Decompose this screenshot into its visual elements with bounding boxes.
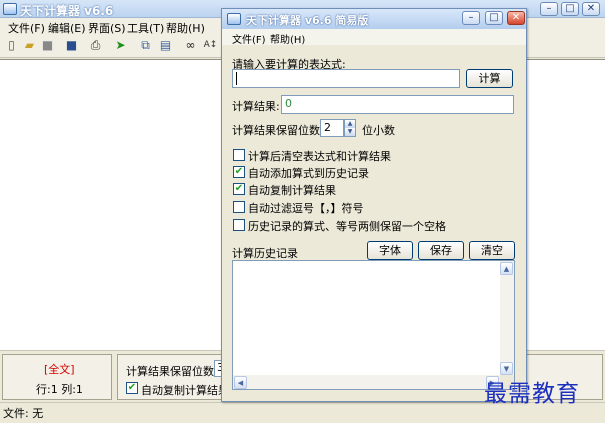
result-field[interactable]: 0 <box>281 95 514 114</box>
precision-label: 计算结果保留位数: <box>232 124 324 137</box>
dialog-menu-file[interactable]: 文件(F) <box>232 31 266 46</box>
save-disk-icon[interactable]: ■ <box>40 38 55 53</box>
menu-file[interactable]: 文件(F) <box>8 20 45 36</box>
dialog-minimize-icon[interactable]: – <box>462 11 480 25</box>
dialog-menu-help[interactable]: 帮助(H) <box>270 31 305 46</box>
option-checkbox-filter-comma[interactable] <box>233 201 245 213</box>
save-button[interactable]: 保存 <box>418 241 464 260</box>
option-label-space-equals: 历史记录的算式、等号两侧保留一个空格 <box>248 220 446 233</box>
main-precision-label: 计算结果保留位数: <box>126 365 218 378</box>
option-checkbox-space-equals[interactable] <box>233 219 245 231</box>
find-binoculars-icon[interactable]: ∞ <box>183 38 198 53</box>
option-checkbox-auto-copy[interactable]: ✔ <box>233 183 245 195</box>
scroll-left-icon[interactable]: ◀ <box>234 376 247 389</box>
status-full-text: [全文] <box>44 363 75 376</box>
run-arrow-icon[interactable]: ➤ <box>113 38 128 53</box>
option-label-auto-copy: 自动复制计算结果 <box>248 184 336 197</box>
close-icon[interactable]: ✕ <box>582 2 600 16</box>
maximize-icon[interactable]: □ <box>561 2 579 16</box>
menu-help[interactable]: 帮助(H) <box>166 20 205 36</box>
main-auto-copy-checkbox[interactable]: ✔ <box>126 382 138 394</box>
history-label: 计算历史记录 <box>232 247 298 260</box>
option-label-add-history: 自动添加算式到历史记录 <box>248 167 369 180</box>
scroll-down-icon[interactable]: ▼ <box>500 362 513 375</box>
open-folder-icon[interactable]: ▰ <box>22 38 37 53</box>
dialog-menu-bar <box>222 29 526 45</box>
cursor-row-col: 行:1 列:1 <box>36 383 83 396</box>
history-textarea[interactable] <box>232 260 515 390</box>
new-file-icon[interactable]: ▯ <box>4 38 19 53</box>
copy-icon[interactable]: ⧉ <box>138 38 153 53</box>
menu-edit[interactable]: 编辑(E) <box>48 20 86 36</box>
main-window-title: 天下计算器 v6.6 <box>20 4 114 18</box>
option-checkbox-add-history[interactable]: ✔ <box>233 166 245 178</box>
minimize-icon[interactable]: – <box>540 2 558 16</box>
dialog-maximize-icon[interactable]: □ <box>485 11 503 25</box>
clear-button[interactable]: 清空 <box>469 241 515 260</box>
option-checkbox-clear-after[interactable] <box>233 149 245 161</box>
history-vertical-scrollbar[interactable] <box>500 261 514 375</box>
font-button[interactable]: 字体 <box>367 241 413 260</box>
main-auto-copy-label: 自动复制计算结果 <box>141 384 229 397</box>
save-as-icon[interactable]: ■ <box>64 38 79 53</box>
dialog-app-icon <box>227 13 241 25</box>
history-horizontal-scrollbar[interactable] <box>233 375 500 389</box>
option-label-filter-comma: 自动过滤逗号【，】符号 <box>248 202 364 215</box>
precision-suffix: 位小数 <box>362 124 395 137</box>
menu-interface[interactable]: 界面(S) <box>88 20 126 36</box>
paste-icon[interactable]: ▤ <box>158 38 173 53</box>
option-label-clear-after: 计算后清空表达式和计算结果 <box>248 150 391 163</box>
spin-down-icon[interactable]: ▼ <box>345 128 355 136</box>
precision-input[interactable]: 2 <box>320 119 344 137</box>
dialog-title: 天下计算器 v6.6 简易版 <box>246 14 369 27</box>
watermark-text: 最需教育 <box>484 381 580 407</box>
sort-az-icon[interactable]: A↕ <box>203 38 218 53</box>
calculator-app-icon <box>3 3 17 15</box>
spin-up-icon[interactable]: ▲ <box>345 120 355 128</box>
precision-spinner[interactable]: ▲ ▼ <box>344 119 356 137</box>
calculate-button[interactable]: 计算 <box>466 69 513 88</box>
dialog-close-icon[interactable]: ✕ <box>507 11 525 25</box>
print-icon[interactable]: ⎙ <box>88 38 103 53</box>
scroll-up-icon[interactable]: ▲ <box>500 262 513 275</box>
status-file-text: 文件: 无 <box>3 407 44 420</box>
menu-tools[interactable]: 工具(T) <box>127 20 164 36</box>
expression-input[interactable] <box>232 69 460 88</box>
result-label: 计算结果: <box>232 100 280 113</box>
text-cursor <box>236 72 237 85</box>
